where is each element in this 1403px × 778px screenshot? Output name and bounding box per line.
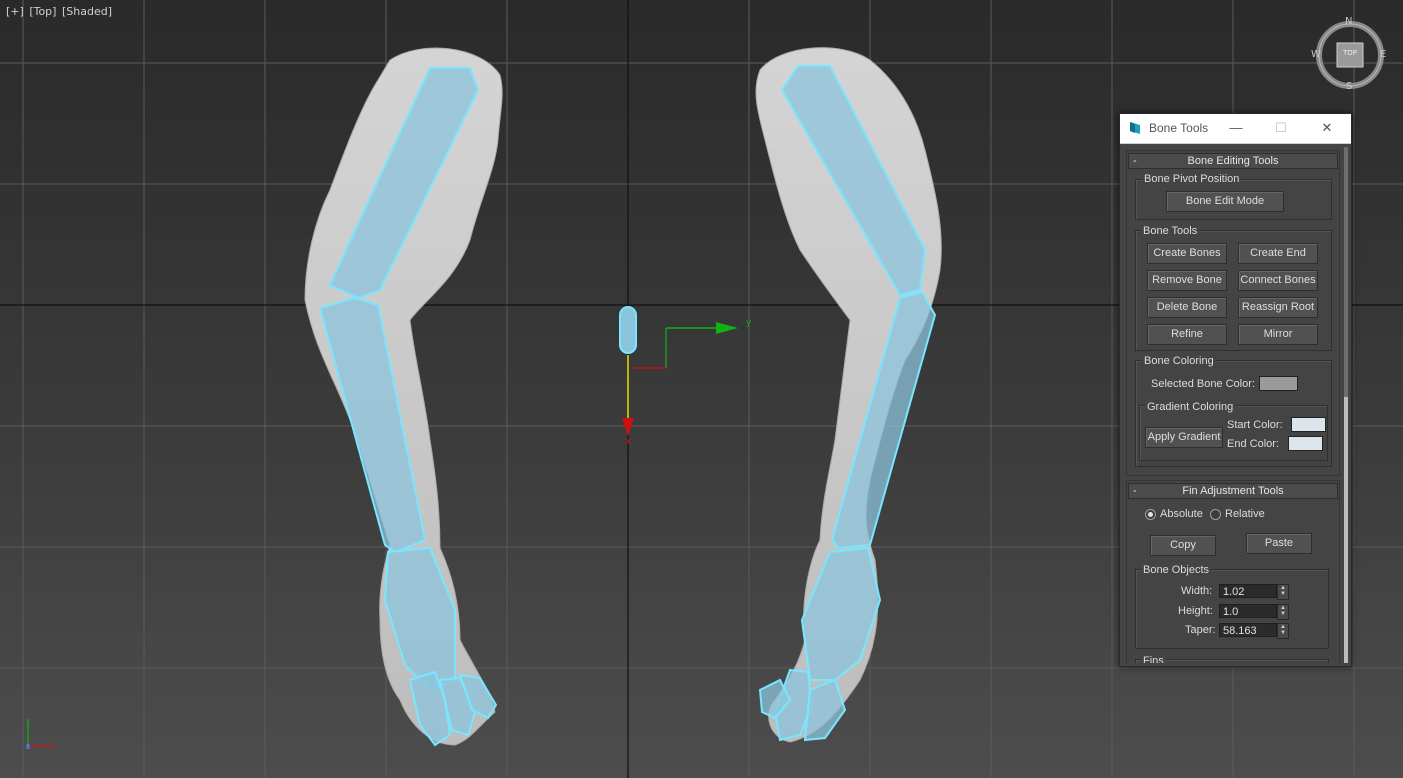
height-field[interactable]: 1.0 (1219, 604, 1277, 618)
window-content: - Bone Editing Tools Bone Pivot Position… (1125, 147, 1341, 663)
group-bone-coloring-label: Bone Coloring (1142, 355, 1216, 367)
gizmo-x-label: x (626, 437, 632, 447)
start-color-label: Start Color: (1227, 419, 1283, 431)
viewcube-east[interactable]: E (1380, 49, 1386, 60)
viewport-menu-plus[interactable]: [+] (6, 5, 24, 18)
taper-field[interactable]: 58.163 (1219, 623, 1277, 637)
app-logo-icon (1130, 122, 1140, 134)
close-button[interactable]: ✕ (1316, 118, 1338, 138)
end-color-label: End Color: (1227, 438, 1279, 450)
bone-tools-window[interactable]: Bone Tools — ☐ ✕ - Bone Editing Tools Bo… (1119, 113, 1352, 667)
group-bone-objects-label: Bone Objects (1141, 564, 1212, 576)
selected-bone-color-label: Selected Bone Color: (1151, 378, 1255, 390)
create-end-button[interactable]: Create End (1238, 243, 1318, 264)
reassign-root-button[interactable]: Reassign Root (1238, 297, 1318, 318)
taper-label: Taper: (1185, 624, 1216, 636)
viewport-labels: [+] [Top] [Shaded] (6, 5, 114, 18)
copy-button[interactable]: Copy (1150, 535, 1216, 556)
axis-tripod: y x z (22, 716, 62, 761)
mirror-button[interactable]: Mirror (1238, 324, 1318, 345)
width-label: Width: (1181, 585, 1213, 597)
selected-bone-color-swatch[interactable] (1259, 376, 1298, 391)
absolute-label: Absolute (1160, 508, 1203, 520)
refine-button[interactable]: Refine (1147, 324, 1227, 345)
apply-gradient-button[interactable]: Apply Gradient (1145, 427, 1223, 448)
window-scrollbar[interactable] (1344, 147, 1348, 663)
minimize-button[interactable]: — (1225, 118, 1247, 138)
paste-button[interactable]: Paste (1246, 533, 1312, 554)
width-field[interactable]: 1.02 (1219, 584, 1277, 598)
create-bones-button[interactable]: Create Bones (1147, 243, 1227, 264)
maximize-button[interactable]: ☐ (1270, 118, 1292, 138)
delete-bone-button[interactable]: Delete Bone (1147, 297, 1227, 318)
group-pivot-position-label: Bone Pivot Position (1142, 173, 1242, 185)
window-title: Bone Tools (1149, 121, 1209, 135)
relative-label: Relative (1225, 508, 1265, 520)
axis-tripod-x: x (53, 742, 57, 751)
scrollbar-track[interactable] (1344, 147, 1348, 397)
viewport-shading-label[interactable]: [Shaded] (62, 5, 112, 18)
window-titlebar[interactable]: Bone Tools — ☐ ✕ (1120, 114, 1351, 144)
bone-edit-mode-button[interactable]: Bone Edit Mode (1166, 191, 1284, 212)
height-label: Height: (1178, 605, 1213, 617)
viewport-view-label[interactable]: [Top] (29, 5, 56, 18)
viewcube-face[interactable]: TOP (1343, 49, 1357, 57)
relative-radio[interactable] (1210, 509, 1221, 520)
viewcube-west[interactable]: W (1311, 49, 1321, 60)
group-gradient-coloring-label: Gradient Coloring (1145, 401, 1236, 413)
viewcube-north[interactable]: N (1345, 16, 1352, 27)
taper-spinner-icon[interactable]: ▲ ▼ (1277, 623, 1289, 639)
viewcube[interactable]: TOP N S E W (1311, 16, 1388, 93)
width-spinner-icon[interactable]: ▲ ▼ (1277, 584, 1289, 600)
group-fins-label: Fins (1141, 655, 1166, 663)
axis-tripod-y: y (26, 716, 30, 725)
height-spinner-icon[interactable]: ▲ ▼ (1277, 604, 1289, 620)
group-bone-tools-label: Bone Tools (1141, 225, 1200, 237)
viewcube-south[interactable]: S (1346, 81, 1352, 92)
start-color-swatch[interactable] (1291, 417, 1326, 432)
connect-bones-button[interactable]: Connect Bones (1238, 270, 1318, 291)
transform-gizmo[interactable] (619, 306, 738, 436)
remove-bone-button[interactable]: Remove Bone (1147, 270, 1227, 291)
gizmo-y-label: y (746, 318, 752, 328)
scrollbar-thumb[interactable] (1344, 397, 1348, 663)
axis-tripod-z: z (26, 742, 30, 751)
absolute-radio[interactable] (1145, 509, 1156, 520)
end-color-swatch[interactable] (1288, 436, 1323, 451)
